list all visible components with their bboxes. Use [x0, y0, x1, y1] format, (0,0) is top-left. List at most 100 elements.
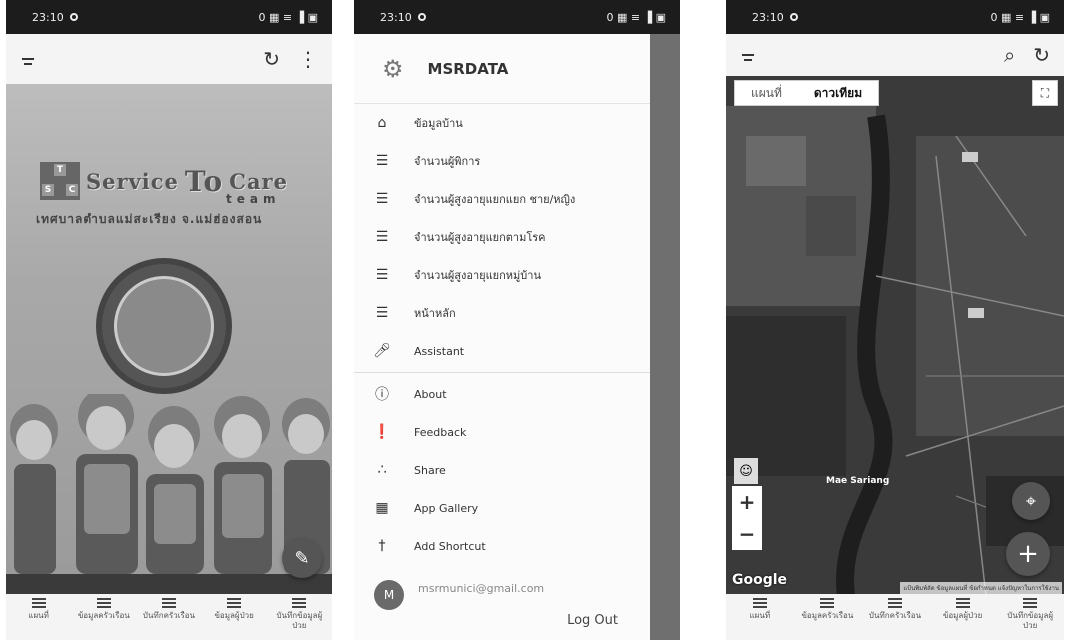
- menu-label: Add Shortcut: [414, 539, 486, 553]
- list-icon: ☰: [375, 267, 389, 283]
- menu-label: จำนวนผู้พิการ: [414, 155, 481, 168]
- fullscreen-button[interactable]: ⛶: [1032, 80, 1058, 106]
- zoom-in-button[interactable]: +: [732, 486, 762, 518]
- menu-home[interactable]: ☰ หน้าหลัก: [354, 294, 650, 332]
- refresh-icon[interactable]: ↻: [1033, 43, 1050, 67]
- menu-label: จำนวนผู้สูงอายุแยกแยก ชาย/หญิง: [414, 193, 576, 206]
- list-icon: [820, 598, 835, 608]
- feedback-icon: ❗: [373, 424, 391, 440]
- map-type-toggle: แผนที่ ดาวเทียม: [734, 80, 880, 106]
- menu-app-gallery[interactable]: ▦ App Gallery: [354, 489, 650, 527]
- list-icon: ☰: [375, 153, 389, 169]
- nav-map[interactable]: แผนที่: [730, 598, 790, 621]
- nav-label: บันทึกข้อมูลผู้ป่วย: [1007, 611, 1054, 630]
- notification-icon: [417, 13, 426, 21]
- menu-label: App Gallery: [414, 501, 479, 515]
- status-icons: 0 ▦ ≡ ▐ ▣: [258, 10, 318, 24]
- menu-label: Share: [414, 463, 446, 477]
- list-icon: [1023, 598, 1038, 608]
- status-icons: 0 ▦ ≡ ▐ ▣: [990, 10, 1050, 24]
- menu-elderly-by-gender[interactable]: ☰ จำนวนผู้สูงอายุแยกแยก ชาย/หญิง: [354, 180, 650, 218]
- brand-care: Care: [229, 168, 288, 194]
- nav-label: ข้อมูลครัวเรือน: [801, 611, 854, 620]
- status-bar: 23:10 0 ▦ ≡ ▐ ▣: [354, 0, 680, 34]
- google-logo: Google: [732, 572, 788, 588]
- zoom-out-button[interactable]: −: [732, 518, 762, 550]
- person-icon: ☺: [739, 463, 753, 479]
- nav-record-patient[interactable]: บันทึกข้อมูลผู้ป่วย: [1000, 598, 1060, 631]
- menu-house-info[interactable]: ⌂ ข้อมูลบ้าน: [354, 104, 650, 142]
- list-icon: [955, 598, 970, 608]
- satellite-map[interactable]: แผนที่ ดาวเทียม ⛶ Mae Sariang ☺ + − Goog…: [726, 76, 1064, 596]
- nav-record-patient[interactable]: บันทึกข้อมูลผู้ป่วย: [269, 598, 329, 631]
- share-icon: ∴: [377, 462, 387, 478]
- nav-patient-info[interactable]: ข้อมูลผู้ป่วย: [204, 598, 264, 621]
- more-vert-icon[interactable]: ⋮: [298, 47, 318, 71]
- nav-label: ข้อมูลผู้ป่วย: [942, 611, 983, 620]
- nav-label: ข้อมูลครัวเรือน: [77, 611, 130, 620]
- plus-icon: +: [1017, 539, 1039, 569]
- add-fab[interactable]: +: [1006, 532, 1050, 576]
- brand-to: To: [184, 164, 224, 198]
- menu-share[interactable]: ∴ Share: [354, 451, 650, 489]
- nav-record-household[interactable]: บันทึกครัวเรือน: [865, 598, 925, 621]
- logout-button[interactable]: Log Out: [567, 613, 618, 628]
- status-icons: 0 ▦ ≡ ▐ ▣: [606, 10, 666, 24]
- account-row: M msrmunici@gmail.com: [374, 580, 544, 610]
- menu-label: About: [414, 387, 447, 401]
- nav-label: แผนที่: [749, 611, 771, 620]
- edit-icon: ✎: [294, 547, 310, 569]
- info-icon: ⓘ: [375, 387, 389, 403]
- search-icon[interactable]: ⌕: [1004, 43, 1015, 67]
- menu-add-shortcut[interactable]: † Add Shortcut: [354, 527, 650, 565]
- menu-assistant[interactable]: 🎤︎ Assistant: [354, 332, 650, 370]
- map-place-label: Mae Sariang: [826, 476, 890, 486]
- drawer-title: MSRDATA: [427, 59, 509, 78]
- drawer-header: ⚙ MSRDATA: [354, 34, 650, 104]
- list-icon: [887, 598, 902, 608]
- menu-label: Feedback: [414, 425, 467, 439]
- status-bar: 23:10 0 ▦ ≡ ▐ ▣: [6, 0, 332, 34]
- menu-icon[interactable]: [740, 49, 756, 61]
- menu-label: ข้อมูลบ้าน: [414, 117, 463, 130]
- menu-elderly-by-disease[interactable]: ☰ จำนวนผู้สูงอายุแยกตามโรค: [354, 218, 650, 256]
- gears-icon: ⚙: [382, 54, 404, 83]
- nav-record-household[interactable]: บันทึกครัวเรือน: [139, 598, 199, 621]
- map-attribution[interactable]: แป้นพิมพ์ลัด ข้อมูลแผนที่ ข้อกำหนด แจ้งป…: [900, 582, 1062, 594]
- tab-satellite[interactable]: ดาวเทียม: [798, 81, 878, 105]
- menu-feedback[interactable]: ❗ Feedback: [354, 413, 650, 451]
- phone-screen-home: 23:10 0 ▦ ≡ ▐ ▣ ↻ ⋮ TSC Service To Care …: [6, 0, 332, 640]
- menu-disabled-count[interactable]: ☰ จำนวนผู้พิการ: [354, 142, 650, 180]
- list-icon: [31, 598, 46, 608]
- menu-label: จำนวนผู้สูงอายุแยกตามโรค: [414, 231, 546, 244]
- nav-map[interactable]: แผนที่: [9, 598, 69, 621]
- bottom-nav: แผนที่ ข้อมูลครัวเรือน บันทึกครัวเรือน ข…: [6, 594, 332, 640]
- brand-subtitle: เทศบาลตำบลแม่สะเรียง จ.แม่ฮ่องสอน: [36, 212, 263, 226]
- drawer-scrim[interactable]: [650, 34, 680, 640]
- avatar: M: [374, 580, 404, 610]
- location-fab[interactable]: ⌖: [1012, 482, 1050, 520]
- location-pin-icon: ⌖: [1025, 490, 1037, 512]
- municipality-seal: [96, 258, 232, 394]
- notification-icon: [69, 13, 78, 21]
- status-time: 23:10: [752, 10, 784, 24]
- refresh-icon[interactable]: ↻: [263, 47, 280, 71]
- list-icon: [292, 598, 307, 608]
- list-icon: [752, 598, 767, 608]
- menu-label: จำนวนผู้สูงอายุแยกหมู่บ้าน: [414, 269, 541, 282]
- status-time: 23:10: [32, 10, 64, 24]
- edit-fab[interactable]: ✎: [282, 538, 322, 578]
- menu-about[interactable]: ⓘ About: [354, 375, 650, 413]
- nav-label: บันทึกครัวเรือน: [868, 611, 922, 620]
- nav-household-info[interactable]: ข้อมูลครัวเรือน: [74, 598, 134, 621]
- nav-household-info[interactable]: ข้อมูลครัวเรือน: [797, 598, 857, 621]
- menu-icon[interactable]: [20, 53, 36, 65]
- drawer-divider: [354, 372, 650, 373]
- menu-elderly-by-village[interactable]: ☰ จำนวนผู้สูงอายุแยกหมู่บ้าน: [354, 256, 650, 294]
- nav-patient-info[interactable]: ข้อมูลผู้ป่วย: [933, 598, 993, 621]
- tab-map[interactable]: แผนที่: [735, 81, 798, 105]
- menu-label: หน้าหลัก: [414, 307, 456, 320]
- map-imagery: [726, 76, 1064, 596]
- brand-team: team: [226, 192, 281, 206]
- street-view-pegman[interactable]: ☺: [734, 458, 758, 484]
